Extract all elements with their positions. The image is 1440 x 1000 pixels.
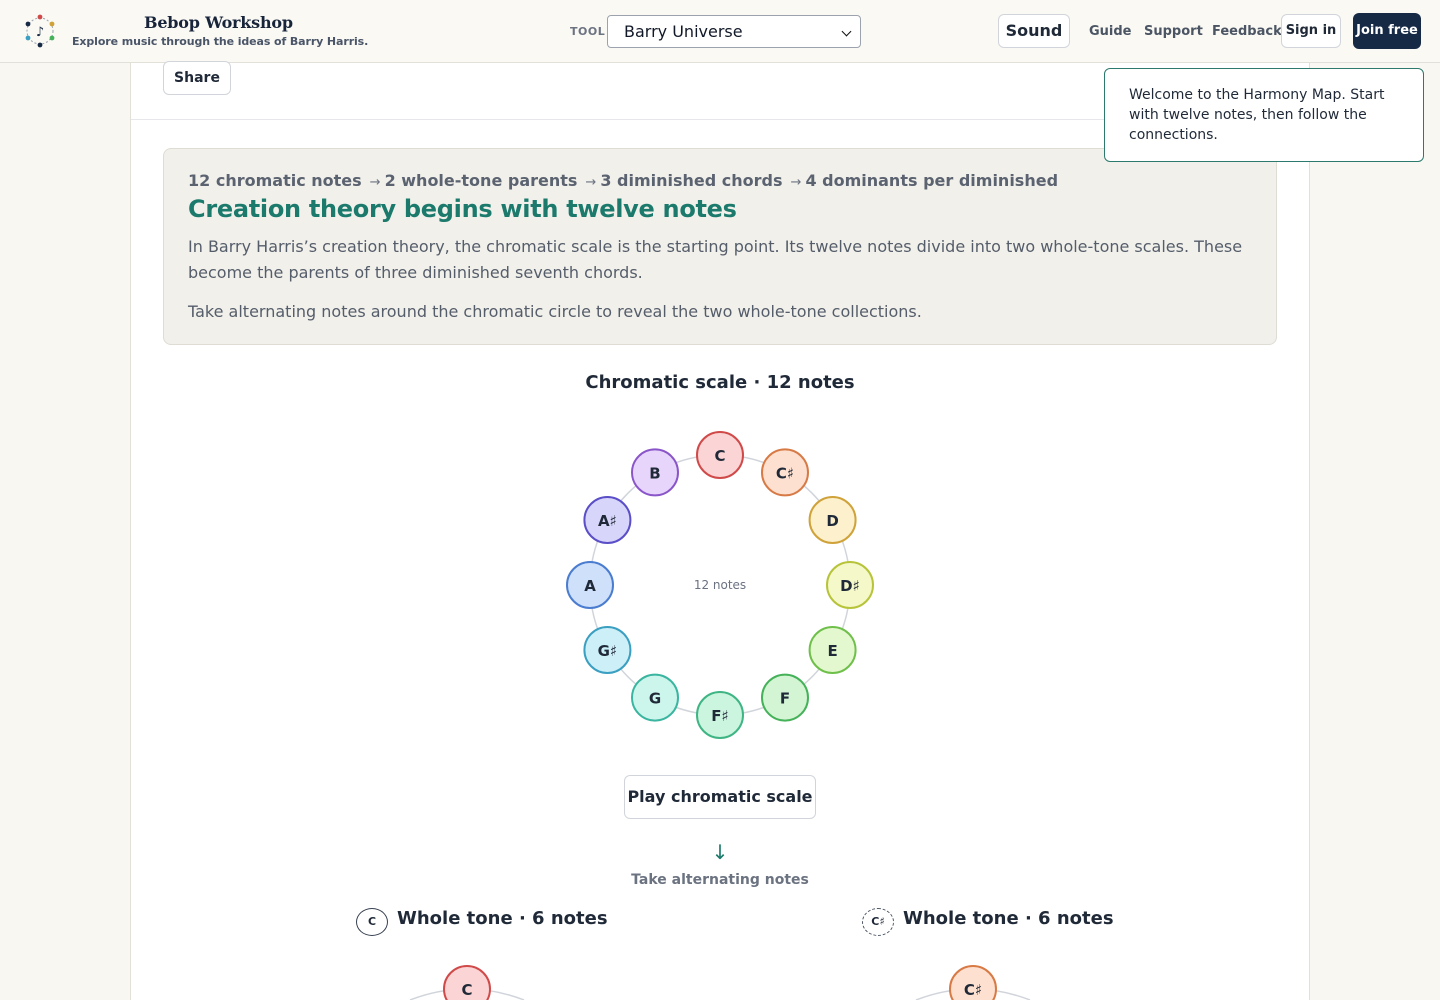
note-node[interactable]: B [631, 448, 679, 497]
note-node[interactable]: F [761, 673, 809, 722]
note-label: E [827, 642, 837, 660]
alternating-label: Take alternating notes [631, 872, 809, 888]
note-label: F [780, 690, 790, 708]
note-label: G♯ [598, 642, 618, 660]
chromatic-title: Chromatic scale · 12 notes [585, 372, 855, 393]
note-label: G [649, 690, 661, 708]
whole-tone-title: Whole tone · 6 notes [903, 908, 1114, 929]
top-navigation-bar: ♪ Bebop Workshop Explore music through t… [0, 0, 1440, 63]
whole-tone-circle-c-sharp: C♯ [915, 965, 1031, 1000]
note-node[interactable]: D [808, 496, 857, 544]
sign-in-button[interactable]: Sign in [1281, 14, 1341, 48]
creation-steps: 12 chromatic notes → 2 whole-tone parents →… [188, 171, 1058, 190]
note-label: C♯ [776, 464, 794, 482]
step-dominants: 4 dominants per diminished [805, 171, 1059, 190]
chromatic-circle: 12 notes C C♯ D D♯ E F F♯ G G♯ A A♯ B [566, 431, 874, 739]
note-node[interactable]: C [696, 431, 744, 479]
share-button[interactable]: Share [163, 61, 231, 95]
note-node[interactable]: E [808, 626, 857, 674]
arrow-right-icon: → [790, 175, 802, 190]
brand-title: Bebop Workshop [144, 13, 293, 32]
tool-select[interactable]: Barry Universe [607, 15, 861, 48]
join-free-button[interactable]: Join free [1353, 13, 1421, 49]
note-node[interactable]: C♯ [761, 448, 809, 497]
note-node[interactable]: D♯ [826, 561, 874, 609]
arrow-down-icon: ↓ [711, 840, 729, 864]
note-label: C [461, 981, 472, 999]
whole-tone-badge-c-sharp: C♯ [862, 908, 894, 936]
note-node[interactable]: A♯ [583, 496, 632, 544]
step-chromatic: 12 chromatic notes [188, 171, 362, 190]
note-label: D♯ [840, 577, 860, 595]
arrow-right-icon: → [585, 175, 597, 190]
note-node[interactable]: A [566, 561, 614, 609]
step-diminished: 3 diminished chords [600, 171, 783, 190]
step-whole-tone: 2 whole-tone parents [384, 171, 578, 190]
bebop-workshop-logo-icon[interactable]: ♪ [22, 14, 58, 48]
note-label: A [584, 577, 596, 595]
arrow-right-icon: → [369, 175, 381, 190]
play-chromatic-button[interactable]: Play chromatic scale [624, 775, 816, 819]
nav-link-feedback[interactable]: Feedback [1212, 24, 1282, 39]
whole-tone-badge-c: C [356, 908, 388, 936]
welcome-tooltip: Welcome to the Harmony Map. Start with t… [1104, 68, 1424, 162]
whole-tone-circle-c: C [409, 965, 525, 1000]
note-label: C [714, 447, 725, 465]
intro-paragraph: In Barry Harris’s creation theory, the c… [188, 237, 1243, 282]
whole-tone-title: Whole tone · 6 notes [397, 908, 608, 929]
intro-title: Creation theory begins with twelve notes [188, 195, 737, 223]
chevron-down-icon [841, 26, 852, 37]
note-node[interactable]: F♯ [696, 691, 744, 739]
sound-button[interactable]: Sound [998, 14, 1070, 48]
note-node[interactable]: G [631, 673, 679, 722]
note-node[interactable]: G♯ [583, 626, 632, 674]
note-label: F♯ [711, 707, 729, 725]
intro-paragraph: Take alternating notes around the chroma… [188, 302, 922, 321]
note-label: D [826, 512, 838, 530]
svg-text:♪: ♪ [36, 25, 44, 40]
note-label: C♯ [964, 981, 982, 999]
nav-link-support[interactable]: Support [1144, 24, 1203, 39]
nav-link-guide[interactable]: Guide [1089, 24, 1132, 39]
circle-center-label: 12 notes [694, 578, 746, 592]
note-label: A♯ [598, 512, 617, 530]
tool-label: TOOL [570, 25, 606, 38]
note-label: B [649, 464, 660, 482]
tool-select-value: Barry Universe [624, 22, 743, 41]
brand-subtitle: Explore music through the ideas of Barry… [72, 35, 369, 48]
